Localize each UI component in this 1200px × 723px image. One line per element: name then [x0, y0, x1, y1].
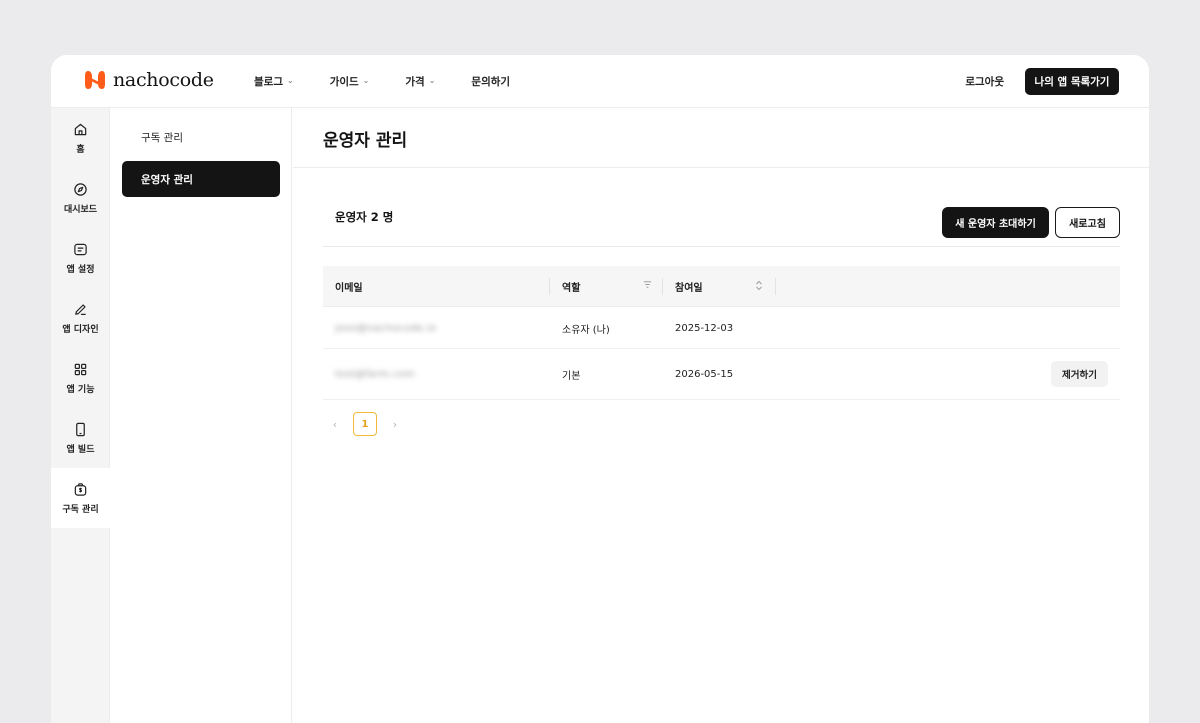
main-content: 운영자 관리 운영자 2 명 새 운영자 초대하기 새로고침 이메일 역할 참여… [293, 108, 1149, 723]
subnav-item-subscription[interactable]: 구독 관리 [122, 119, 280, 155]
operator-count-title: 운영자 2 명 [335, 210, 394, 224]
brand-name: nachocode [113, 69, 214, 91]
page-header: 운영자 관리 [293, 108, 1149, 168]
column-separator [662, 278, 663, 295]
rail-label: 홈 [76, 144, 85, 155]
rail-item-app-build[interactable]: 앱 빌드 [51, 408, 110, 468]
pagination: ‹ 1 › [323, 412, 407, 436]
rail-item-app-features[interactable]: 앱 기능 [51, 348, 110, 408]
nav-links: 블로그 ⌄ 가이드 ⌄ 가격 ⌄ 문의하기 [254, 55, 510, 108]
top-navigation: nachocode 블로그 ⌄ 가이드 ⌄ 가격 ⌄ 문의하기 로그아웃 나의 … [51, 55, 1149, 108]
logout-link[interactable]: 로그아웃 [965, 74, 1004, 89]
rail-label: 대시보드 [63, 204, 98, 215]
sub-sidebar: 구독 관리 운영자 관리 [111, 108, 292, 723]
grid-icon [74, 363, 87, 375]
page-number-current[interactable]: 1 [353, 412, 377, 436]
invite-operator-button[interactable]: 새 운영자 초대하기 [942, 207, 1049, 238]
column-separator [775, 278, 776, 295]
home-icon [74, 123, 87, 135]
column-header-joined: 참여일 [675, 283, 703, 294]
nav-contact-label: 문의하기 [471, 76, 511, 88]
next-page-button[interactable]: › [383, 412, 407, 436]
nav-blog[interactable]: 블로그 ⌄ [254, 74, 294, 89]
nav-guide[interactable]: 가이드 ⌄ [330, 74, 370, 89]
refresh-button[interactable]: 새로고침 [1055, 207, 1120, 238]
rail-label: 앱 기능 [66, 384, 95, 395]
rail-item-home[interactable]: 홈 [51, 108, 110, 168]
cell-role: 기본 [562, 371, 581, 382]
email-text-blurred: test@farm.com [335, 369, 415, 380]
cell-email: test@farm.com [335, 349, 415, 400]
subnav-item-operators[interactable]: 운영자 관리 [122, 161, 280, 197]
rail-item-app-settings[interactable]: 앱 설정 [51, 228, 110, 288]
nav-pricing-label: 가격 [405, 76, 425, 88]
chevron-down-icon: ⌄ [428, 76, 436, 85]
cell-joined: 2026-05-15 [675, 369, 734, 380]
chevron-down-icon: ⌄ [362, 76, 370, 85]
operators-table: 이메일 역할 참여일 jooo@nachocode.io 소유자 (나) 202 [323, 266, 1120, 400]
pen-icon [75, 303, 86, 315]
wallet-icon [74, 482, 87, 496]
nav-blog-label: 블로그 [254, 76, 283, 88]
rail-label: 앱 디자인 [62, 324, 99, 335]
prev-page-button[interactable]: ‹ [323, 412, 347, 436]
settings-card-icon [74, 243, 87, 255]
rail-label: 앱 빌드 [66, 444, 95, 455]
nav-right: 로그아웃 나의 앱 목록가기 [965, 68, 1119, 95]
rail-item-subscription[interactable]: 구독 관리 [51, 468, 110, 528]
table-header: 이메일 역할 참여일 [323, 266, 1120, 307]
email-text-blurred: jooo@nachocode.io [335, 322, 437, 334]
remove-operator-button[interactable]: 제거하기 [1051, 361, 1108, 387]
cell-email: jooo@nachocode.io [335, 307, 436, 349]
table-row: test@farm.com 기본 2026-05-15 제거하기 [323, 349, 1120, 400]
column-header-role: 역할 [562, 283, 581, 294]
subnav-label: 구독 관리 [141, 131, 183, 144]
nachocode-logo-icon [85, 71, 105, 89]
filter-icon[interactable] [643, 280, 652, 292]
chevron-down-icon: ⌄ [286, 76, 294, 85]
column-header-email: 이메일 [335, 283, 363, 294]
nav-guide-label: 가이드 [329, 76, 359, 88]
cell-role: 소유자 (나) [562, 324, 610, 336]
sort-icon[interactable] [755, 280, 763, 294]
cell-joined: 2025-12-03 [675, 322, 734, 334]
nav-pricing[interactable]: 가격 ⌄ [405, 74, 435, 89]
rail-item-dashboard[interactable]: 대시보드 [51, 168, 110, 228]
rail-label: 앱 설정 [66, 264, 95, 275]
subnav-label: 운영자 관리 [141, 173, 193, 186]
compass-icon [74, 182, 87, 196]
icon-rail: 홈 대시보드 앱 설정 앱 디자인 앱 기능 앱 빌드 구독 관리 [51, 108, 110, 723]
divider [323, 246, 1120, 247]
phone-icon [76, 422, 85, 436]
brand-logo[interactable]: nachocode [85, 69, 214, 91]
nav-contact[interactable]: 문의하기 [471, 74, 510, 89]
rail-label: 구독 관리 [62, 504, 99, 515]
my-apps-button[interactable]: 나의 앱 목록가기 [1025, 68, 1119, 95]
table-row: jooo@nachocode.io 소유자 (나) 2025-12-03 [323, 307, 1120, 349]
rail-item-app-design[interactable]: 앱 디자인 [51, 288, 110, 348]
column-separator [549, 278, 550, 295]
page-title: 운영자 관리 [323, 131, 408, 151]
app-window: nachocode 블로그 ⌄ 가이드 ⌄ 가격 ⌄ 문의하기 로그아웃 나의 … [51, 55, 1149, 723]
